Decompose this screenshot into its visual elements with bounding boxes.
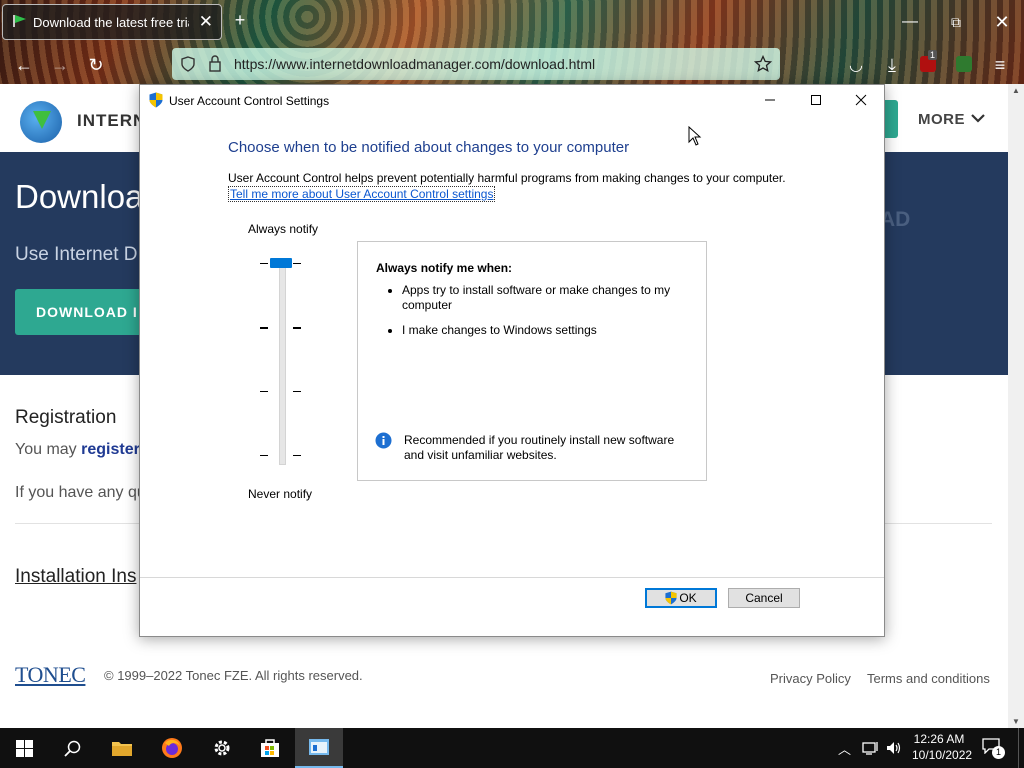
terms-link[interactable]: Terms and conditions: [867, 671, 990, 686]
info-icon: [375, 432, 392, 449]
browser-toolbar: Download the latest free trial v ✕ + — ⧉…: [0, 0, 1024, 84]
slider-tick: [260, 263, 268, 264]
idm-logo-icon: [20, 101, 62, 143]
extension-icon[interactable]: [956, 56, 972, 72]
dialog-maximize-icon[interactable]: [801, 89, 831, 111]
clock-date: 10/10/2022: [912, 748, 973, 762]
slider-tick: [293, 327, 301, 329]
info-bullet-list: Apps try to install software or make cha…: [358, 283, 692, 348]
tray-overflow-chevron-icon[interactable]: ︿: [838, 739, 851, 758]
dialog-title: User Account Control Settings: [169, 94, 330, 108]
registration-paragraph: You may register: [15, 441, 140, 459]
hero-title: Downloa: [15, 178, 144, 215]
show-desktop-button[interactable]: [1018, 728, 1024, 768]
dialog-minimize-icon[interactable]: [755, 89, 785, 111]
hamburger-menu-icon[interactable]: ≡: [988, 54, 1012, 76]
dialog-button-divider: [140, 577, 884, 578]
slider-top-label: Always notify: [248, 222, 319, 236]
copyright-text: © 1999–2022 Tonec FZE. All rights reserv…: [104, 668, 363, 683]
mouse-cursor-icon: [688, 126, 702, 146]
notification-badge: 1: [992, 746, 1005, 759]
uac-shield-icon: [149, 92, 163, 108]
file-explorer-icon[interactable]: [98, 728, 146, 768]
dialog-description: User Account Control helps prevent poten…: [228, 171, 786, 185]
hero-subtitle: Use Internet D: [15, 244, 138, 265]
ok-shield-icon: [665, 591, 677, 605]
url-text: https://www.internetdownloadmanager.com/…: [234, 56, 596, 72]
more-menu[interactable]: MORE: [918, 111, 965, 128]
ok-label: OK: [679, 591, 697, 605]
action-center-icon[interactable]: 1: [982, 738, 1005, 759]
scroll-up-icon[interactable]: ▲: [1012, 86, 1020, 95]
tonec-logo: TONEC: [15, 662, 86, 687]
tab-favicon-flag-icon: [13, 15, 26, 27]
bookmark-star-icon[interactable]: [754, 55, 772, 73]
register-link[interactable]: register: [81, 441, 140, 458]
close-window-icon[interactable]: ✕: [990, 10, 1014, 34]
dialog-heading: Choose when to be notified about changes…: [228, 139, 630, 156]
cancel-button[interactable]: Cancel: [728, 588, 800, 608]
tracking-shield-icon[interactable]: [180, 56, 196, 72]
clock-time: 12:26 AM: [913, 732, 965, 746]
new-tab-plus-icon[interactable]: +: [228, 8, 252, 32]
registration-heading: Registration: [15, 407, 117, 428]
slider-tick: [260, 327, 268, 329]
scroll-down-icon[interactable]: ▼: [1012, 717, 1020, 726]
slider-tick: [293, 263, 301, 264]
uac-settings-taskbar-icon[interactable]: [295, 728, 343, 768]
address-bar[interactable]: https://www.internetdownloadmanager.com/…: [172, 48, 780, 80]
forward-arrow-icon[interactable]: →: [48, 54, 72, 76]
network-icon[interactable]: [862, 740, 880, 756]
search-icon[interactable]: [48, 728, 96, 768]
windows-start-icon[interactable]: [0, 728, 48, 768]
slider-tick: [260, 455, 268, 456]
ublock-extension-icon[interactable]: 1: [920, 50, 938, 72]
info-title: Always notify me when:: [376, 261, 513, 275]
ublock-badge: 1: [928, 50, 938, 60]
page-scrollbar[interactable]: ▲ ▼: [1008, 84, 1024, 728]
taskbar-clock[interactable]: 12:26 AM 10/10/2022: [912, 731, 973, 763]
volume-icon[interactable]: [885, 740, 903, 756]
info-bullet: Apps try to install software or make cha…: [402, 283, 692, 313]
slider-tick: [293, 455, 301, 456]
pocket-icon[interactable]: ◡: [844, 54, 868, 76]
recommendation-text: Recommended if you routinely install new…: [404, 433, 675, 462]
uac-slider-thumb[interactable]: [270, 258, 292, 268]
minimize-window-icon[interactable]: —: [898, 10, 922, 34]
downloads-arrow-icon[interactable]: ⤓: [880, 54, 904, 76]
chevron-down-icon[interactable]: [971, 113, 985, 123]
tab-close-icon[interactable]: ✕: [199, 12, 213, 32]
info-bullet: I make changes to Windows settings: [402, 323, 692, 338]
learn-more-link[interactable]: Tell me more about User Account Control …: [228, 186, 496, 202]
slider-bottom-label: Never notify: [248, 487, 313, 501]
tab-title: Download the latest free trial v: [33, 15, 189, 30]
slider-tick: [260, 391, 268, 392]
settings-gear-icon[interactable]: [198, 728, 246, 768]
slider-tick: [293, 391, 301, 392]
brand-name: INTERN: [77, 111, 147, 130]
firefox-icon[interactable]: [148, 728, 196, 768]
uac-slider-track[interactable]: [279, 259, 286, 465]
browser-tab[interactable]: Download the latest free trial v ✕: [2, 4, 222, 40]
installation-heading: Installation Ins: [15, 566, 137, 587]
dialog-close-icon[interactable]: [846, 89, 876, 111]
contact-text: If you have any qu: [15, 484, 146, 501]
registration-text: You may: [15, 441, 82, 458]
padlock-icon[interactable]: [208, 55, 222, 72]
notification-description-panel: Always notify me when: Apps try to insta…: [357, 241, 707, 481]
windows-taskbar: ︿ 12:26 AM 10/10/2022 1: [0, 728, 1024, 768]
uac-settings-dialog: User Account Control Settings Choose whe…: [139, 84, 885, 637]
privacy-policy-link[interactable]: Privacy Policy: [770, 671, 851, 686]
back-arrow-icon[interactable]: ←: [12, 54, 36, 76]
ok-button[interactable]: OK: [645, 588, 717, 608]
microsoft-store-icon[interactable]: [246, 728, 294, 768]
reload-icon[interactable]: ↻: [84, 54, 108, 76]
restore-window-icon[interactable]: ⧉: [944, 10, 968, 34]
